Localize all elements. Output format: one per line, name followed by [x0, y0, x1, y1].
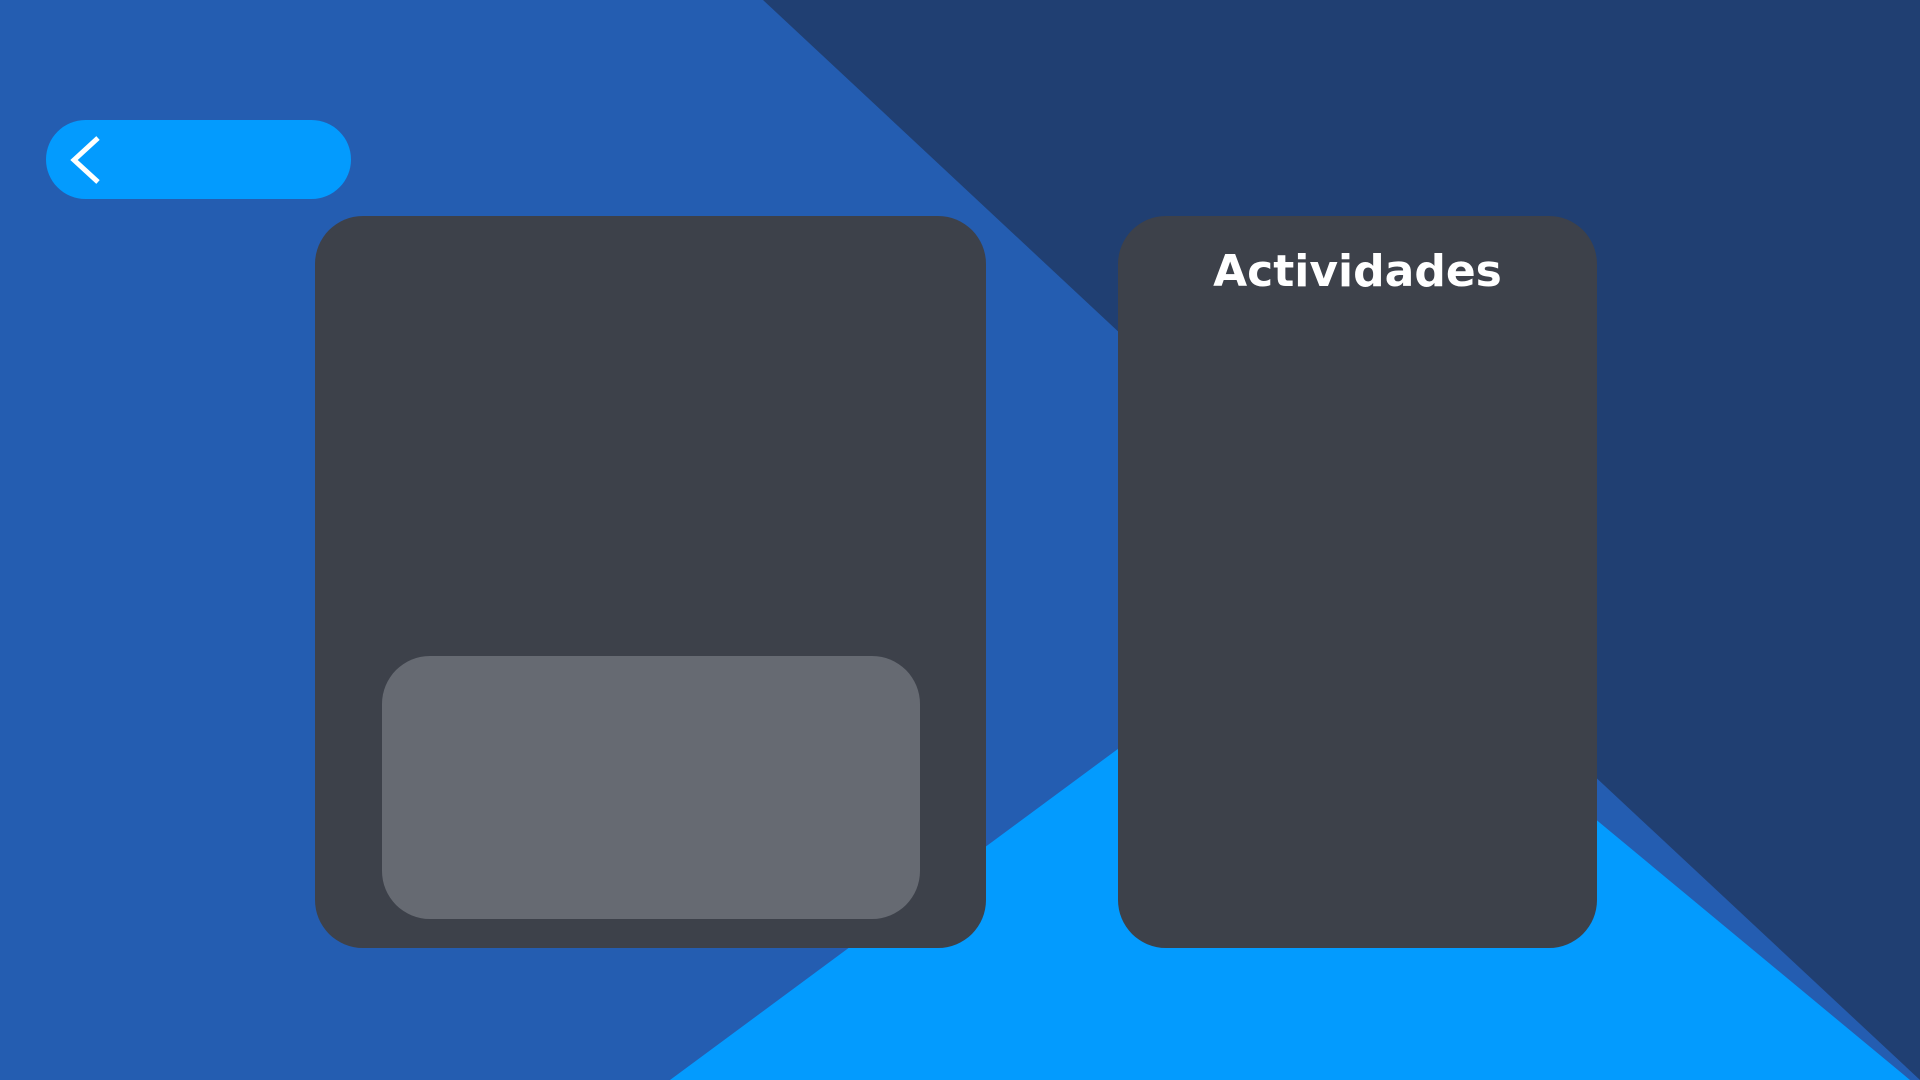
main-panel — [315, 216, 986, 948]
content-card[interactable] — [382, 656, 920, 919]
back-button[interactable] — [46, 120, 351, 199]
activities-panel: Actividades — [1118, 216, 1597, 948]
activities-title: Actividades — [1213, 246, 1502, 297]
chevron-left-icon — [70, 136, 100, 184]
